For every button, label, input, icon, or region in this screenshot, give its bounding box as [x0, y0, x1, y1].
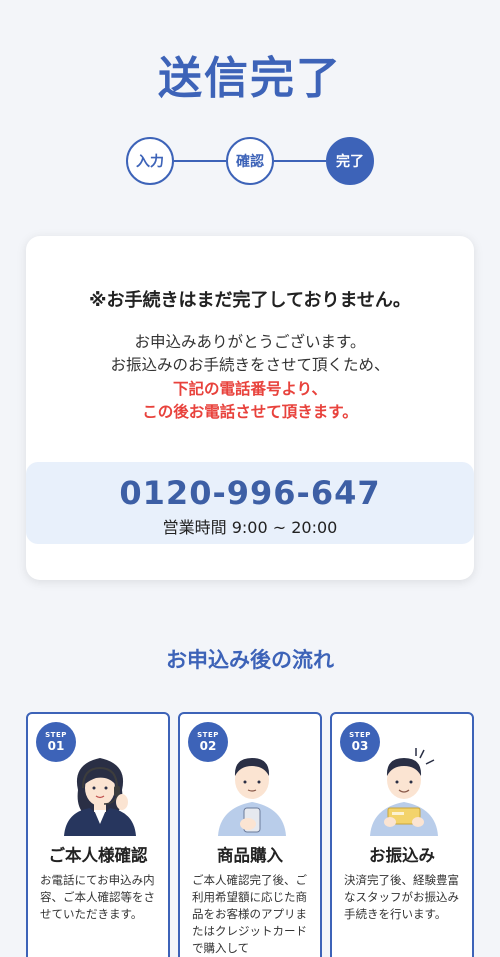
step-input: 入力 — [126, 137, 174, 185]
completion-card: ※お手続きはまだ完了しておりません。 お申込みありがとうございます。 お振込みの… — [26, 236, 474, 580]
step-badge: STEP 01 — [36, 722, 76, 762]
notice-text: ※お手続きはまだ完了しておりません。 — [89, 290, 411, 311]
step-confirm: 確認 — [226, 137, 274, 185]
flow-step-3: STEP 03 お振込み 決済完了後、経験豊富なスタッフがお振込み手続きを行いま… — [330, 712, 474, 957]
flow-description: ご本人確認完了後、ご利用希望額に応じた商品をお客様のアプリまたはクレジットカード… — [192, 873, 307, 955]
step-connector — [174, 160, 226, 162]
transfer-text: お振込みのお手続きをさせて頂くため、 — [110, 356, 390, 374]
flow-step-2: STEP 02 商品購入 ご本人確認完了後、ご利用希望額に応じた商品をお客様のア… — [178, 712, 322, 957]
call-notice-line1: 下記の電話番号より、 — [172, 380, 328, 398]
progress-steps: 入力 確認 完了 — [126, 137, 374, 185]
page-title: 送信完了 — [158, 53, 342, 104]
flow-heading: ご本人様確認 — [48, 846, 148, 865]
step-badge: STEP 02 — [188, 722, 228, 762]
step-complete: 完了 — [326, 137, 374, 185]
business-hours: 営業時間 9:00 ~ 20:00 — [162, 518, 338, 537]
step-connector — [274, 160, 326, 162]
thanks-text: お申込みありがとうございます。 — [134, 333, 366, 351]
flow-heading: お振込み — [369, 846, 435, 865]
call-notice-line2: この後お電話させて頂きます。 — [142, 403, 358, 421]
step-badge: STEP 03 — [340, 722, 380, 762]
phone-number[interactable]: 0120-996-647 — [26, 474, 474, 512]
flow-description: お電話にてお申込み内容、ご本人確認等をさせていただきます。 — [40, 873, 155, 921]
phone-box: 0120-996-647 営業時間 9:00 ~ 20:00 — [26, 462, 474, 544]
flow-title: お申込み後の流れ — [166, 648, 334, 672]
flow-heading: 商品購入 — [217, 846, 283, 865]
flow-description: 決済完了後、経験豊富なスタッフがお振込み手続きを行います。 — [344, 873, 459, 921]
flow-step-1: STEP 01 ご本人様確認 お電話にてお申込み内容、ご本人確認等をさせていただ… — [26, 712, 170, 957]
